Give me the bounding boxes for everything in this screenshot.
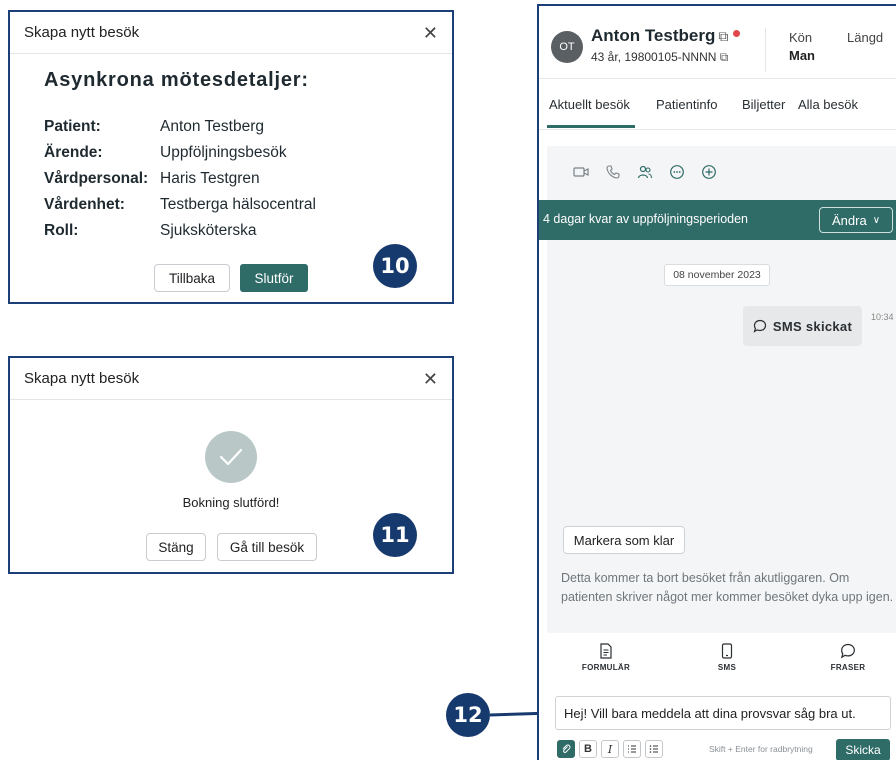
- sex-label: Kön: [789, 30, 813, 45]
- header-divider: [765, 28, 766, 72]
- booking-done-message: Bokning slutförd!: [182, 495, 280, 510]
- detail-value: Testberga hälsocentral: [160, 196, 316, 213]
- phone-icon[interactable]: [605, 164, 621, 180]
- meeting-details-heading: Asynkrona mötesdetaljer:: [44, 69, 309, 91]
- height-label: Längd: [847, 30, 884, 45]
- chevron-down-icon: ∨: [872, 214, 881, 226]
- tab-all-visits[interactable]: Alla besök: [798, 97, 858, 112]
- attach-icon[interactable]: [557, 740, 575, 758]
- copy-icon[interactable]: ⧉: [720, 50, 729, 64]
- patient-name-line: Anton Testberg ⧉: [591, 26, 741, 46]
- avatar: OT: [551, 31, 583, 63]
- format-toolbar: B I Skift + Enter for radbrytning Skicka: [555, 739, 896, 760]
- phone-device-icon: [721, 643, 733, 659]
- speech-bubble-icon: [840, 643, 855, 659]
- success-check-icon: [205, 431, 257, 483]
- callout-badge: 10: [373, 244, 417, 288]
- tab-tickets[interactable]: Biljetter: [742, 97, 785, 112]
- dialog-header: Skapa nytt besök ✕: [10, 358, 452, 400]
- visit-panel: OT Anton Testberg ⧉ 43 år, 19800105-NNNN …: [537, 4, 896, 760]
- tab-current-visit[interactable]: Aktuellt besök: [549, 97, 630, 112]
- follow-up-text: 4 dagar kvar av uppföljningsperioden: [543, 212, 748, 226]
- video-icon[interactable]: [573, 164, 589, 180]
- contact-toolbar: [547, 146, 896, 198]
- finish-button[interactable]: Slutför: [240, 264, 308, 292]
- sms-action[interactable]: SMS: [692, 643, 762, 672]
- visit-tabs: Aktuellt besök Patientinfo Biljetter All…: [539, 78, 896, 130]
- detail-value: Sjuksköterska: [160, 222, 257, 239]
- detail-value: Anton Testberg: [160, 118, 264, 135]
- detail-label: Vårdenhet:: [44, 196, 125, 213]
- send-button[interactable]: Skicka: [836, 739, 890, 760]
- close-button[interactable]: Stäng: [146, 533, 206, 561]
- chat-bubble-icon[interactable]: [669, 164, 685, 180]
- close-icon[interactable]: ✕: [423, 370, 438, 388]
- dialog-title: Skapa nytt besök: [24, 24, 140, 41]
- close-icon[interactable]: ✕: [423, 24, 438, 42]
- change-dropdown[interactable]: Ändra ∨: [819, 207, 893, 233]
- action-label: FRASER: [830, 663, 866, 672]
- detail-value: Haris Testgren: [160, 170, 260, 187]
- action-label: SMS: [717, 663, 737, 672]
- copy-icon[interactable]: ⧉: [718, 28, 728, 44]
- message-input[interactable]: Hej! Vill bara meddela att dina provsvar…: [555, 696, 891, 730]
- detail-label: Patient:: [44, 118, 101, 135]
- patient-header: OT Anton Testberg ⧉ 43 år, 19800105-NNNN …: [539, 6, 896, 78]
- detail-label: Vårdpersonal:: [44, 170, 149, 187]
- dialog-header: Skapa nytt besök ✕: [10, 12, 452, 54]
- composer-actions: FORMULÄR SMS FRASER: [547, 633, 896, 693]
- go-to-visit-button[interactable]: Gå till besök: [217, 533, 317, 561]
- active-tab-indicator: [547, 125, 635, 128]
- forms-action[interactable]: FORMULÄR: [571, 643, 641, 672]
- patient-age-id: 43 år, 19800105-NNNN: [591, 50, 717, 64]
- patient-name: Anton Testberg: [591, 26, 716, 45]
- tab-patient-info[interactable]: Patientinfo: [656, 97, 717, 112]
- message-text: SMS skickat: [772, 318, 853, 334]
- detail-value: Uppföljningsbesök: [160, 144, 287, 161]
- patient-meta: 43 år, 19800105-NNNN ⧉: [591, 50, 728, 65]
- mark-done-button[interactable]: Markera som klar: [563, 526, 685, 554]
- status-dot: [733, 30, 741, 37]
- date-separator: 08 november 2023: [664, 264, 770, 286]
- bullet-list-icon[interactable]: [645, 740, 663, 758]
- conversation-area: 4 dagar kvar av uppföljningsperioden Änd…: [539, 146, 896, 511]
- detail-label: Ärende:: [44, 144, 103, 161]
- mark-done-section: Markera som klar Detta kommer ta bort be…: [547, 511, 896, 633]
- message-time: 10:34: [871, 312, 894, 322]
- phrases-action[interactable]: FRASER: [813, 643, 883, 672]
- people-icon[interactable]: [637, 164, 653, 180]
- document-icon: [600, 643, 612, 659]
- linebreak-hint: Skift + Enter for radbrytning: [709, 744, 813, 754]
- add-circle-icon[interactable]: [701, 164, 717, 180]
- dialog-title: Skapa nytt besök: [24, 370, 140, 387]
- numbered-list-icon[interactable]: [623, 740, 641, 758]
- callout-badge: 11: [373, 513, 417, 557]
- detail-label: Roll:: [44, 222, 79, 239]
- sex-value: Man: [789, 48, 815, 63]
- action-label: FORMULÄR: [581, 663, 631, 672]
- mark-done-info: Detta kommer ta bort besöket från akutli…: [561, 571, 894, 604]
- back-button[interactable]: Tillbaka: [154, 264, 230, 292]
- message-bubble: SMS skickat: [743, 306, 862, 346]
- follow-up-banner: 4 dagar kvar av uppföljningsperioden Änd…: [539, 200, 896, 240]
- bold-button[interactable]: B: [579, 740, 597, 758]
- italic-button[interactable]: I: [601, 740, 619, 758]
- callout-badge: 12: [446, 693, 490, 737]
- speech-bubble-icon: [753, 319, 767, 333]
- change-label: Ändra: [831, 212, 867, 228]
